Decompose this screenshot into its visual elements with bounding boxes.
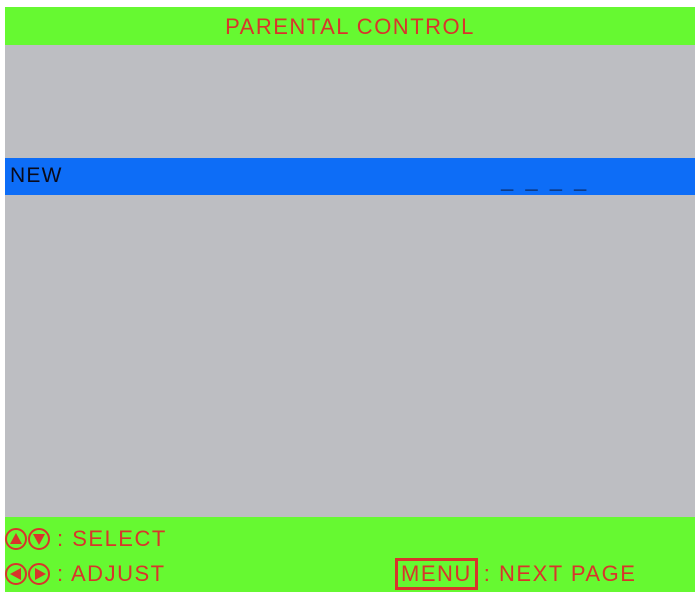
menu-key-button[interactable]: MENU [395,558,478,590]
arrow-left-icon [5,563,27,585]
menu-row-new-password[interactable]: NEW _ _ _ _ [5,158,695,195]
help-bar: : SELECT : ADJUST MENU : NEXT PAGE [5,517,695,592]
adjust-hint-text: : ADJUST [57,561,166,586]
row-label: NEW [10,164,63,187]
arrow-up-icon [5,528,27,550]
arrow-down-icon [28,528,50,550]
osd-screen: PARENTAL CONTROL NEW _ _ _ _ : SELECT : … [5,7,695,592]
title-bar: PARENTAL CONTROL [5,7,695,45]
page-title: PARENTAL CONTROL [225,14,475,39]
password-input[interactable]: _ _ _ _ [501,168,589,194]
select-hint-text: : SELECT [57,526,167,551]
menu-hint-text: : NEXT PAGE [483,561,637,586]
menu-hint: MENU : NEXT PAGE [395,558,636,590]
select-hint: : SELECT [5,522,167,556]
adjust-hint: : ADJUST [5,557,166,591]
arrow-right-icon [28,563,50,585]
